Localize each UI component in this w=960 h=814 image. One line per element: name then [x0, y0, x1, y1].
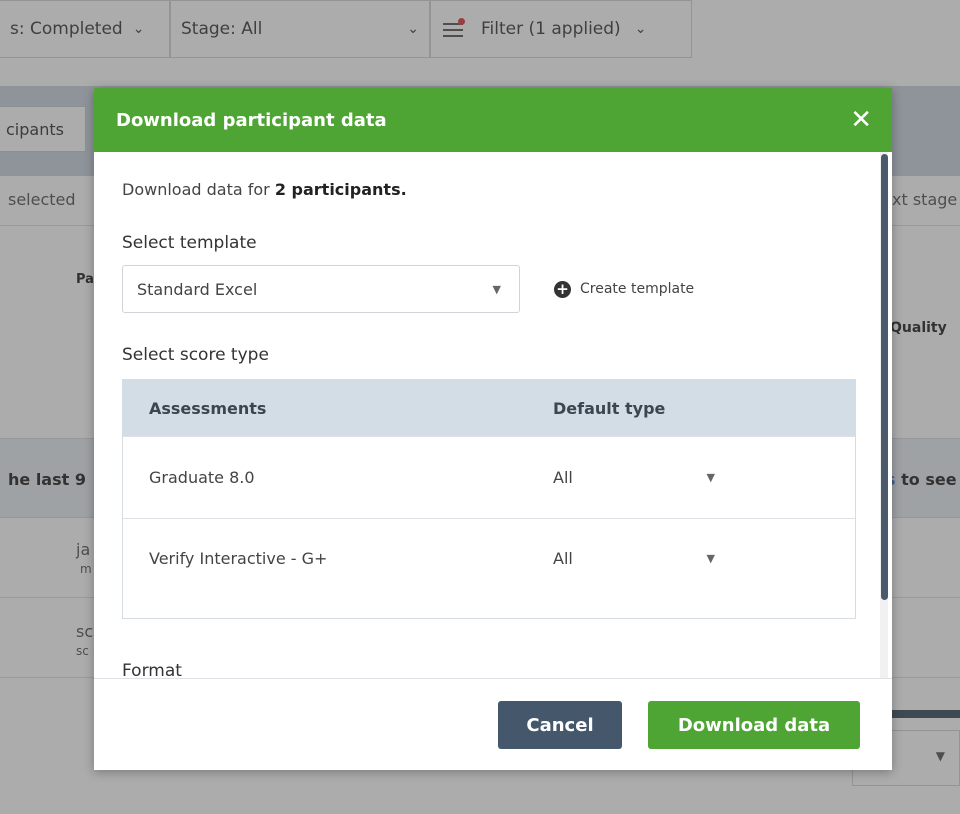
- table-header-row: Assessments Default type: [123, 380, 855, 436]
- plus-circle-icon: +: [554, 280, 571, 298]
- assessment-name: Verify Interactive - G+: [149, 549, 328, 568]
- header-default-type: Default type: [553, 398, 666, 418]
- intro-text: Download data for 2 participants.: [122, 180, 407, 199]
- caret-down-icon: ▼: [706, 471, 715, 484]
- format-label: Format: [122, 661, 182, 678]
- score-type-value: All: [553, 549, 573, 568]
- score-type-select[interactable]: All ▼: [553, 549, 715, 568]
- cancel-button[interactable]: Cancel: [498, 701, 622, 749]
- scrollbar-thumb[interactable]: [881, 154, 888, 600]
- table-row: Verify Interactive - G+ All ▼: [123, 518, 855, 618]
- dialog-header: Download participant data ✕: [94, 88, 892, 152]
- score-type-value: All: [553, 468, 573, 487]
- create-template-link[interactable]: + Create template: [554, 280, 695, 298]
- header-assessments: Assessments: [149, 398, 267, 418]
- select-template-label: Select template: [122, 233, 257, 253]
- template-select-value: Standard Excel: [137, 279, 258, 299]
- score-type-table: Assessments Default type Graduate 8.0 Al…: [122, 379, 856, 619]
- create-template-label: Create template: [580, 281, 695, 297]
- download-participant-data-dialog: Download participant data ✕ Download dat…: [94, 88, 892, 770]
- caret-down-icon: ▼: [706, 552, 715, 565]
- select-score-type-label: Select score type: [122, 345, 269, 365]
- close-icon[interactable]: ✕: [850, 107, 872, 133]
- table-row: Graduate 8.0 All ▼: [123, 436, 855, 518]
- assessment-name: Graduate 8.0: [149, 468, 255, 487]
- download-data-button[interactable]: Download data: [648, 701, 860, 749]
- caret-down-icon: ▼: [492, 282, 501, 296]
- score-type-select[interactable]: All ▼: [553, 468, 715, 487]
- template-select[interactable]: Standard Excel ▼: [122, 265, 520, 313]
- dialog-body: Download data for 2 participants. Select…: [94, 152, 880, 678]
- template-row: Standard Excel ▼ + Create template: [122, 265, 852, 313]
- participant-count: 2 participants.: [274, 180, 407, 199]
- dialog-footer: Cancel Download data: [94, 678, 892, 770]
- dialog-title: Download participant data: [116, 109, 387, 131]
